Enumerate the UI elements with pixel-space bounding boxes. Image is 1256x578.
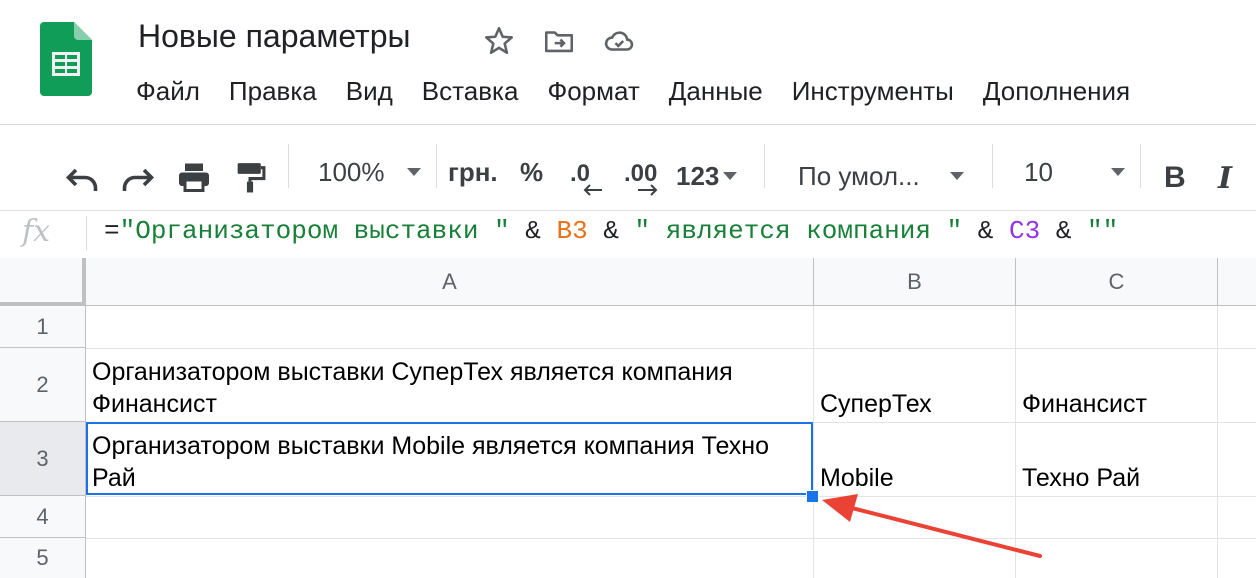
italic-button[interactable]: I (1218, 150, 1232, 206)
bold-button[interactable]: B (1164, 150, 1186, 206)
chevron-down-icon (723, 172, 738, 180)
fill-handle[interactable] (806, 490, 819, 503)
formula-string: "Организатором выставки " (119, 216, 510, 246)
formula-divider (86, 216, 87, 250)
formula-operator: & (587, 216, 635, 246)
paint-format-icon[interactable] (234, 160, 266, 194)
increase-decimal-button[interactable]: .00 (622, 158, 670, 198)
print-icon[interactable] (176, 160, 212, 194)
format-percent-button[interactable]: % (520, 144, 543, 200)
font-size-select[interactable]: 10 (1024, 144, 1125, 200)
menu-addons[interactable]: Дополнения (983, 76, 1130, 112)
arrow-right-icon (638, 184, 658, 196)
active-cell-selection (86, 422, 813, 495)
formula-equals: = (104, 216, 120, 246)
formula-ref-c3: C3 (1009, 216, 1041, 246)
menu-format[interactable]: Формат (547, 76, 639, 112)
row-header-2[interactable]: 2 (0, 348, 86, 422)
column-header-a[interactable]: A (86, 258, 814, 306)
menu-bar: Файл Правка Вид Вставка Формат Данные Ин… (136, 76, 1159, 112)
gridline (86, 496, 1256, 497)
formula-input[interactable]: ="Организатором выставки " & B3 & " явля… (104, 216, 1118, 246)
move-to-folder-icon[interactable] (542, 24, 576, 58)
row-header-5[interactable]: 5 (0, 538, 86, 578)
format-currency-button[interactable]: грн. (448, 144, 498, 200)
formula-string: "" (1087, 216, 1119, 246)
column-header-b[interactable]: B (814, 258, 1016, 306)
gridline (1217, 306, 1218, 578)
select-all-corner[interactable] (0, 258, 86, 306)
cell-a2[interactable]: Организатором выставки СуперТех является… (86, 348, 813, 422)
toolbar-divider (288, 144, 289, 188)
formula-operator: & (962, 216, 1009, 246)
column-header-d[interactable] (1218, 258, 1256, 306)
zoom-select[interactable]: 100% (318, 144, 421, 200)
row-header-1[interactable]: 1 (0, 306, 86, 348)
chevron-down-icon (949, 172, 964, 180)
redo-icon[interactable] (120, 164, 156, 194)
cell-b2[interactable]: СуперТех (814, 348, 1015, 422)
menu-tools[interactable]: Инструменты (792, 76, 954, 112)
spreadsheet-grid: A B C 1 2 3 4 5 Организатором выставки С… (0, 258, 1256, 578)
header-divider (0, 124, 1256, 125)
formula-operator: & (509, 216, 557, 246)
menu-edit[interactable]: Правка (229, 76, 317, 112)
gridline (86, 538, 1256, 539)
decrease-decimal-button[interactable]: .0 (568, 158, 608, 198)
row-header-4[interactable]: 4 (0, 496, 86, 538)
cell-c3[interactable]: Техно Рай (1016, 422, 1217, 496)
cell-b3[interactable]: Mobile (814, 422, 1015, 496)
cloud-saved-icon[interactable] (602, 24, 636, 58)
undo-icon[interactable] (64, 164, 100, 194)
chevron-down-icon (406, 168, 421, 176)
star-icon[interactable] (482, 24, 516, 58)
column-header-c[interactable]: C (1016, 258, 1218, 306)
menu-file[interactable]: Файл (136, 76, 200, 112)
font-family-select[interactable]: По умол... (798, 148, 964, 204)
formula-operator: & (1040, 216, 1088, 246)
menu-data[interactable]: Данные (669, 76, 763, 112)
menu-insert[interactable]: Вставка (422, 76, 519, 112)
cell-c2[interactable]: Финансист (1016, 348, 1217, 422)
formula-string: " является компания " (634, 216, 963, 246)
sheets-logo-icon[interactable] (40, 22, 92, 96)
toolbar-divider (1140, 144, 1141, 188)
more-formats-button[interactable]: 123 (676, 148, 738, 204)
toolbar-divider (436, 144, 437, 188)
fx-icon: fx (22, 214, 51, 249)
arrow-left-icon (583, 184, 602, 196)
chevron-down-icon (1110, 168, 1125, 176)
zoom-value: 100% (318, 156, 385, 187)
document-title[interactable]: Новые параметры (138, 18, 411, 55)
formula-ref-b3: B3 (556, 216, 588, 246)
row-header-3[interactable]: 3 (0, 422, 86, 496)
toolbar-divider (764, 144, 765, 188)
menu-view[interactable]: Вид (346, 76, 393, 112)
toolbar-divider (992, 144, 993, 188)
